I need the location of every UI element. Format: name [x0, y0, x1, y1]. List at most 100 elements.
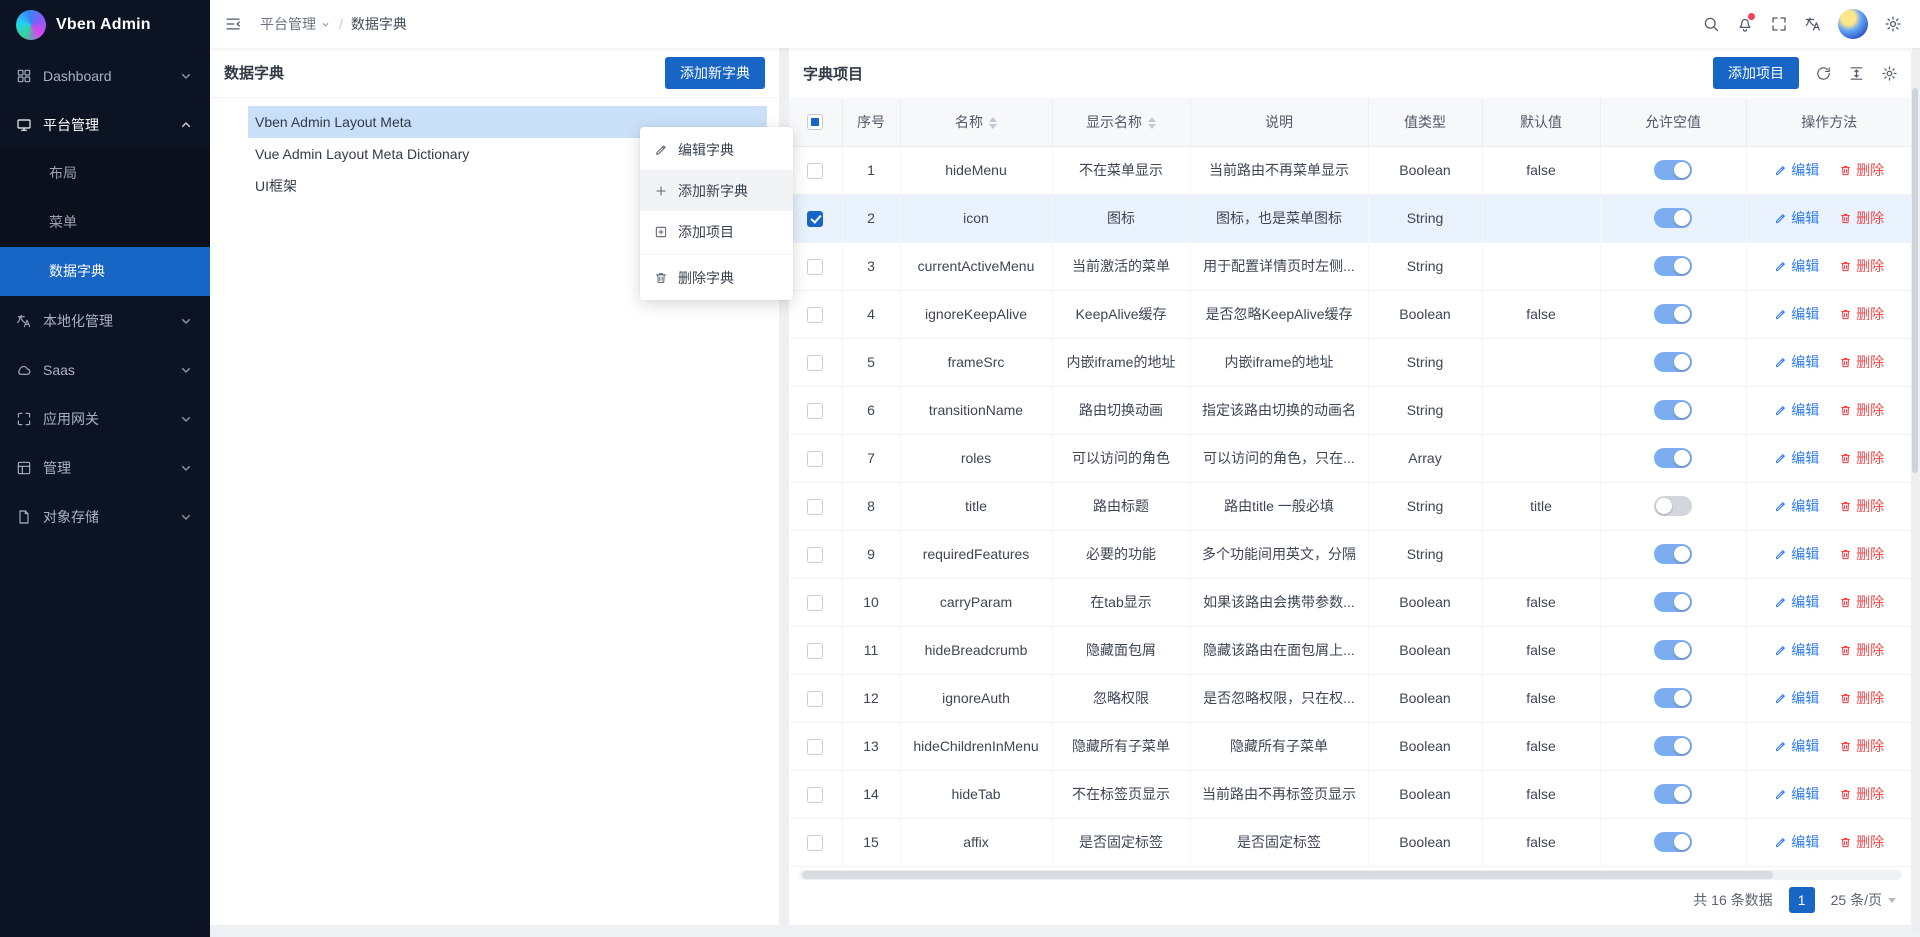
delete-button[interactable]: 删除 — [1839, 160, 1884, 180]
edit-button[interactable]: 编辑 — [1774, 544, 1819, 564]
row-checkbox[interactable] — [807, 547, 823, 563]
context-menu-item-1[interactable]: 添加新字典 — [640, 170, 793, 211]
delete-button[interactable]: 删除 — [1839, 592, 1884, 612]
context-menu-item-3[interactable]: 删除字典 — [640, 257, 793, 298]
edit-button[interactable]: 编辑 — [1774, 448, 1819, 468]
allow-empty-toggle[interactable] — [1654, 256, 1692, 276]
row-checkbox[interactable] — [807, 307, 823, 323]
logo[interactable]: Vben Admin — [0, 0, 210, 49]
table-row[interactable]: 15 affix 是否固定标签 是否固定标签 Boolean false 编辑 … — [789, 818, 1912, 866]
column-header-allow-empty[interactable]: 允许空值 — [1600, 98, 1746, 146]
breadcrumb-item-platform[interactable]: 平台管理 — [260, 14, 331, 34]
search-icon[interactable] — [1702, 15, 1720, 33]
delete-button[interactable]: 删除 — [1839, 736, 1884, 756]
table-row[interactable]: 11 hideBreadcrumb 隐藏面包屑 隐藏该路由在面包屑上... Bo… — [789, 626, 1912, 674]
horizontal-scrollbar-thumb[interactable] — [802, 871, 1773, 879]
sidebar-item-1[interactable]: 平台管理 — [0, 100, 210, 149]
vertical-scrollbar-thumb[interactable] — [1912, 88, 1918, 473]
vertical-scrollbar[interactable] — [1911, 50, 1919, 933]
fullscreen-icon[interactable] — [1770, 15, 1788, 33]
table-row[interactable]: 14 hideTab 不在标签页显示 当前路由不再标签页显示 Boolean f… — [789, 770, 1912, 818]
context-menu-item-2[interactable]: 添加项目 — [640, 211, 793, 252]
sidebar-item-6[interactable]: 对象存储 — [0, 492, 210, 541]
row-checkbox[interactable] — [807, 835, 823, 851]
sidebar-item-5[interactable]: 管理 — [0, 443, 210, 492]
allow-empty-toggle[interactable] — [1654, 448, 1692, 468]
breadcrumb-item-dict[interactable]: 数据字典 — [351, 14, 407, 34]
row-checkbox[interactable] — [807, 403, 823, 419]
table-row[interactable]: 8 title 路由标题 路由title 一般必填 String title 编… — [789, 482, 1912, 530]
notification-bell-icon[interactable] — [1736, 15, 1754, 33]
column-header-default-value[interactable]: 默认值 — [1482, 98, 1600, 146]
delete-button[interactable]: 删除 — [1839, 496, 1884, 516]
row-checkbox[interactable] — [807, 451, 823, 467]
column-header-value-type[interactable]: 值类型 — [1368, 98, 1482, 146]
allow-empty-toggle[interactable] — [1654, 592, 1692, 612]
edit-button[interactable]: 编辑 — [1774, 784, 1819, 804]
sort-carets-icon[interactable] — [989, 117, 997, 129]
pagination-page-1[interactable]: 1 — [1789, 887, 1815, 913]
edit-button[interactable]: 编辑 — [1774, 160, 1819, 180]
row-checkbox[interactable] — [807, 355, 823, 371]
delete-button[interactable]: 删除 — [1839, 304, 1884, 324]
allow-empty-toggle[interactable] — [1654, 640, 1692, 660]
edit-button[interactable]: 编辑 — [1774, 640, 1819, 660]
edit-button[interactable]: 编辑 — [1774, 688, 1819, 708]
allow-empty-toggle[interactable] — [1654, 784, 1692, 804]
row-checkbox[interactable] — [807, 163, 823, 179]
table-row[interactable]: 13 hideChildrenInMenu 隐藏所有子菜单 隐藏所有子菜单 Bo… — [789, 722, 1912, 770]
table-row[interactable]: 1 hideMenu 不在菜单显示 当前路由不再菜单显示 Boolean fal… — [789, 146, 1912, 194]
row-checkbox[interactable] — [807, 787, 823, 803]
row-checkbox[interactable] — [807, 595, 823, 611]
refresh-icon[interactable] — [1815, 65, 1832, 82]
allow-empty-toggle[interactable] — [1654, 688, 1692, 708]
settings-gear-icon[interactable] — [1884, 15, 1902, 33]
add-item-button[interactable]: 添加项目 — [1713, 57, 1799, 89]
row-height-icon[interactable] — [1848, 65, 1865, 82]
delete-button[interactable]: 删除 — [1839, 688, 1884, 708]
table-settings-gear-icon[interactable] — [1881, 65, 1898, 82]
allow-empty-toggle[interactable] — [1654, 160, 1692, 180]
edit-button[interactable]: 编辑 — [1774, 592, 1819, 612]
edit-button[interactable]: 编辑 — [1774, 736, 1819, 756]
column-header-display-name[interactable]: 显示名称 — [1052, 98, 1190, 146]
row-checkbox[interactable] — [807, 211, 823, 227]
allow-empty-toggle[interactable] — [1654, 208, 1692, 228]
delete-button[interactable]: 删除 — [1839, 352, 1884, 372]
column-header-no[interactable]: 序号 — [842, 98, 900, 146]
edit-button[interactable]: 编辑 — [1774, 496, 1819, 516]
context-menu-item-0[interactable]: 编辑字典 — [640, 129, 793, 170]
user-avatar[interactable] — [1838, 9, 1868, 39]
sidebar-subitem-1[interactable]: 菜单 — [0, 198, 210, 247]
sidebar-subitem-0[interactable]: 布局 — [0, 149, 210, 198]
edit-button[interactable]: 编辑 — [1774, 352, 1819, 372]
table-row[interactable]: 4 ignoreKeepAlive KeepAlive缓存 是否忽略KeepAl… — [789, 290, 1912, 338]
column-header-name[interactable]: 名称 — [900, 98, 1052, 146]
allow-empty-toggle[interactable] — [1654, 400, 1692, 420]
edit-button[interactable]: 编辑 — [1774, 832, 1819, 852]
table-row[interactable]: 9 requiredFeatures 必要的功能 多个功能间用英文，分隔 Str… — [789, 530, 1912, 578]
table-row[interactable]: 7 roles 可以访问的角色 可以访问的角色，只在... Array 编辑 删… — [789, 434, 1912, 482]
edit-button[interactable]: 编辑 — [1774, 304, 1819, 324]
delete-button[interactable]: 删除 — [1839, 640, 1884, 660]
sidebar-item-0[interactable]: Dashboard — [0, 51, 210, 100]
select-all-checkbox[interactable] — [807, 114, 823, 130]
horizontal-scrollbar[interactable] — [799, 870, 1902, 880]
delete-button[interactable]: 删除 — [1839, 400, 1884, 420]
row-checkbox[interactable] — [807, 691, 823, 707]
sidebar-item-4[interactable]: 应用网关 — [0, 394, 210, 443]
sort-carets-icon[interactable] — [1148, 117, 1156, 129]
row-checkbox[interactable] — [807, 259, 823, 275]
sidebar-subitem-2[interactable]: 数据字典 — [0, 247, 210, 296]
delete-button[interactable]: 删除 — [1839, 784, 1884, 804]
sidebar-item-3[interactable]: Saas — [0, 345, 210, 394]
delete-button[interactable]: 删除 — [1839, 448, 1884, 468]
table-row[interactable]: 5 frameSrc 内嵌iframe的地址 内嵌iframe的地址 Strin… — [789, 338, 1912, 386]
row-checkbox[interactable] — [807, 499, 823, 515]
table-row[interactable]: 10 carryParam 在tab显示 如果该路由会携带参数... Boole… — [789, 578, 1912, 626]
page-size-select[interactable]: 25 条/页 — [1831, 890, 1896, 910]
allow-empty-toggle[interactable] — [1654, 496, 1692, 516]
sidebar-item-2[interactable]: 本地化管理 — [0, 296, 210, 345]
delete-button[interactable]: 删除 — [1839, 256, 1884, 276]
allow-empty-toggle[interactable] — [1654, 544, 1692, 564]
